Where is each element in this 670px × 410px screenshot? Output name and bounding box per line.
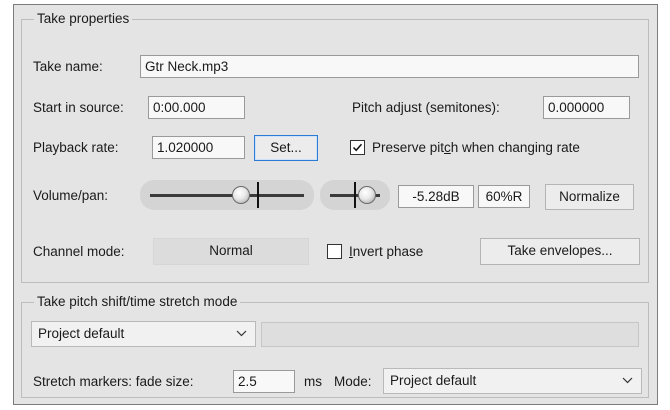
normalize-button[interactable]: Normalize (545, 184, 634, 210)
channel-mode-label: Channel mode: (33, 244, 125, 259)
take-name-field[interactable]: Gtr Neck.mp3 (140, 55, 639, 78)
volume-slider[interactable] (140, 180, 314, 210)
pitch-adjust-label: Pitch adjust (semitones): (352, 100, 500, 115)
invert-phase-checkbox[interactable] (327, 244, 342, 259)
pan-center-marker (354, 182, 356, 208)
channel-mode-dropdown[interactable]: Normal (153, 238, 309, 265)
playback-rate-label: Playback rate: (33, 140, 119, 155)
start-in-source-field[interactable]: 0:00.000 (148, 96, 245, 119)
stretch-mode-value: Project default (390, 373, 477, 388)
invert-phase-label[interactable]: Invert phase (349, 242, 423, 262)
pitch-adjust-field[interactable]: 0.000000 (543, 96, 630, 119)
volume-zero-marker (257, 182, 259, 208)
preserve-pitch-checkbox[interactable] (350, 140, 365, 155)
pan-value-field[interactable]: 60%R (478, 185, 530, 208)
start-in-source-label: Start in source: (33, 100, 124, 115)
stretch-mode-select[interactable]: Project default (383, 368, 642, 394)
fade-size-field[interactable]: 2.5 (233, 370, 295, 393)
take-properties-legend: Take properties (34, 11, 133, 27)
volume-track-line (150, 194, 304, 197)
stretch-markers-label: Stretch markers: fade size: (33, 374, 194, 389)
pitch-submode-field[interactable] (261, 322, 639, 347)
chevron-down-icon (622, 377, 633, 384)
pan-knob[interactable] (358, 186, 376, 204)
volume-db-field[interactable]: -5.28dB (398, 185, 474, 208)
pitch-mode-value: Project default (38, 326, 125, 341)
take-envelopes-button[interactable]: Take envelopes... (480, 238, 640, 265)
pitch-mode-select[interactable]: Project default (31, 321, 256, 347)
pan-slider[interactable] (320, 180, 390, 210)
set-rate-button[interactable]: Set... (254, 135, 318, 161)
pitch-shift-legend: Take pitch shift/time stretch mode (34, 294, 241, 310)
ms-label: ms (304, 374, 322, 389)
chevron-down-icon (236, 330, 247, 337)
playback-rate-field[interactable]: 1.020000 (152, 136, 245, 159)
check-icon (352, 143, 363, 152)
take-properties-dialog: Take properties Take name: Gtr Neck.mp3 … (13, 4, 658, 405)
preserve-pitch-label[interactable]: Preserve pitch when changing rate (372, 138, 580, 158)
mode-label: Mode: (334, 374, 372, 389)
volume-pan-label: Volume/pan: (33, 188, 109, 203)
volume-knob[interactable] (232, 186, 250, 204)
take-name-label: Take name: (33, 59, 103, 74)
